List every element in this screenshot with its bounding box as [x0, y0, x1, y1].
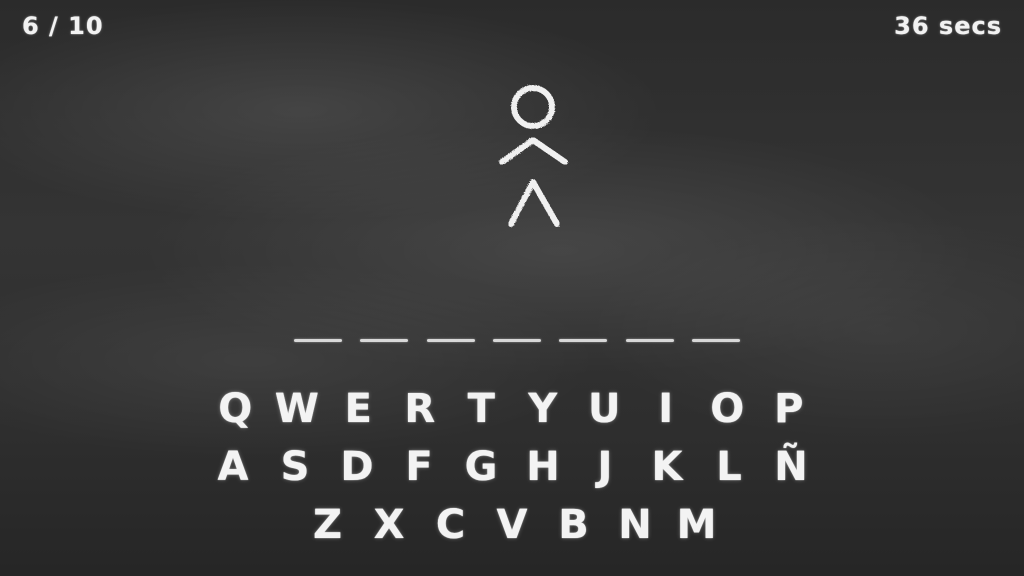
letter-key-t[interactable]: T — [451, 380, 513, 438]
hangman-right-arm — [530, 137, 568, 165]
letter-blank — [360, 339, 409, 342]
hangman-head — [511, 85, 555, 129]
letter-key-m[interactable]: M — [666, 496, 728, 554]
letter-key-f[interactable]: F — [388, 438, 450, 496]
keyboard-row: ZXCVBNM — [0, 496, 1024, 554]
hangman-left-leg — [508, 179, 536, 227]
letter-key-x[interactable]: X — [358, 496, 420, 554]
letter-key-a[interactable]: A — [202, 438, 264, 496]
letter-key-e[interactable]: E — [328, 380, 390, 438]
hangman-right-leg — [530, 179, 560, 227]
letter-key-w[interactable]: W — [266, 380, 328, 438]
hangman-left-arm — [499, 137, 536, 165]
letter-key-h[interactable]: H — [512, 438, 574, 496]
letter-key-i[interactable]: I — [635, 380, 697, 438]
letter-key-b[interactable]: B — [543, 496, 605, 554]
letter-key-p[interactable]: P — [758, 380, 820, 438]
letter-blank — [625, 339, 674, 342]
keyboard-row: ASDFGHJKLÑ — [0, 438, 1024, 496]
letter-key-q[interactable]: Q — [205, 380, 267, 438]
letter-key-j[interactable]: J — [574, 438, 636, 496]
letter-key-d[interactable]: D — [326, 438, 388, 496]
letter-key-l[interactable]: L — [698, 438, 760, 496]
word-blanks — [294, 332, 740, 346]
letter-key-u[interactable]: U — [574, 380, 636, 438]
letter-blank — [426, 339, 475, 342]
letter-blank — [559, 339, 608, 342]
hangman-drawing — [379, 56, 622, 264]
letter-key-ñ[interactable]: Ñ — [760, 438, 822, 496]
timer-display: 36 secs — [894, 12, 1002, 40]
letter-key-y[interactable]: Y — [512, 380, 574, 438]
letter-key-r[interactable]: R — [389, 380, 451, 438]
letter-key-z[interactable]: Z — [297, 496, 359, 554]
letter-blank — [492, 339, 541, 342]
keyboard-row: QWERTYUIOP — [0, 380, 1024, 438]
letter-keyboard: QWERTYUIOPASDFGHJKLÑZXCVBNM — [0, 380, 1024, 554]
letter-blank — [294, 339, 342, 342]
letter-key-k[interactable]: K — [636, 438, 698, 496]
letter-key-s[interactable]: S — [264, 438, 326, 496]
letter-key-v[interactable]: V — [481, 496, 543, 554]
progress-counter: 6 / 10 — [22, 12, 104, 40]
letter-key-g[interactable]: G — [450, 438, 512, 496]
letter-key-c[interactable]: C — [420, 496, 482, 554]
letter-blank — [691, 339, 740, 342]
letter-key-n[interactable]: N — [604, 496, 666, 554]
letter-key-o[interactable]: O — [697, 380, 759, 438]
